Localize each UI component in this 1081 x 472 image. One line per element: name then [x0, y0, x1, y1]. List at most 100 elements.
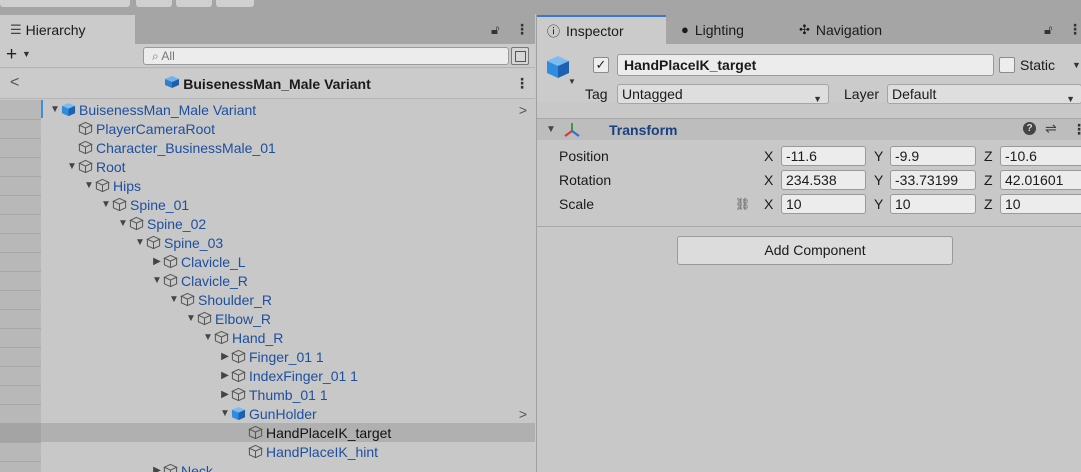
tree-item[interactable]: HandPlaceIK_target	[41, 423, 535, 442]
tab-inspector[interactable]: ⓘ Inspector	[537, 15, 666, 44]
tab-navigation[interactable]: ✣ Navigation	[789, 15, 919, 44]
expanded-arrow-icon[interactable]: ▼	[100, 199, 112, 210]
tree-item[interactable]: PlayerCameraRoot	[41, 119, 535, 138]
prefab-icon	[231, 406, 246, 421]
position-y-field[interactable]: -9.9	[890, 146, 976, 166]
tree-item[interactable]: ▶ Clavicle_L	[41, 252, 535, 271]
collapsed-arrow-icon[interactable]: ▶	[219, 370, 231, 381]
rotation-y-field[interactable]: -33.73199	[890, 170, 976, 190]
position-x-field[interactable]: -11.6	[781, 146, 866, 166]
tree-item[interactable]: ▶ Thumb_01 1	[41, 385, 535, 404]
chevron-down-icon[interactable]: ▼	[568, 77, 576, 86]
tree-item[interactable]: ▼ Shoulder_R	[41, 290, 535, 309]
expanded-arrow-icon[interactable]: ▼	[202, 332, 214, 343]
search-options-button[interactable]	[511, 47, 529, 65]
tree-item[interactable]: ▶ Neck	[41, 461, 535, 472]
gutter-line	[0, 271, 41, 272]
add-component-button[interactable]: Add Component	[677, 236, 953, 265]
expanded-arrow-icon[interactable]: ▼	[219, 408, 231, 419]
tree-item[interactable]: ▼ Root	[41, 157, 535, 176]
collapsed-arrow-icon[interactable]: ▶	[151, 465, 163, 472]
tab-lighting[interactable]: ● Lighting	[671, 15, 786, 44]
tree-item[interactable]: Character_BusinessMale_01	[41, 138, 535, 157]
tree-item[interactable]: ▶ IndexFinger_01 1	[41, 366, 535, 385]
tree-item[interactable]: ▼ Hand_R	[41, 328, 535, 347]
tree-item[interactable]: HandPlaceIK_hint	[41, 442, 535, 461]
tree-item[interactable]: ▶ Finger_01 1	[41, 347, 535, 366]
tree-item[interactable]: ▼ Spine_02	[41, 214, 535, 233]
scale-y-field[interactable]: 10	[890, 194, 976, 214]
tree-item[interactable]: ▼ Clavicle_R	[41, 271, 535, 290]
expanded-arrow-icon[interactable]: ▼	[168, 294, 180, 305]
help-icon[interactable]: ?	[1023, 122, 1036, 135]
tab-hierarchy[interactable]: ☰ Hierarchy	[0, 15, 135, 44]
search-input[interactable]: ⌕ All	[143, 47, 509, 65]
gutter-line	[0, 252, 41, 253]
collapsed-arrow-icon[interactable]: ▶	[219, 351, 231, 362]
kebab-menu-icon[interactable]: ⋮	[515, 75, 529, 92]
layer-dropdown[interactable]: Default ▼	[887, 84, 1081, 104]
rotation-z-field[interactable]: 42.01601	[1000, 170, 1081, 190]
foldout-arrow-icon[interactable]: ▼	[546, 124, 556, 135]
tree-item[interactable]: ▼ Spine_01	[41, 195, 535, 214]
navigation-icon: ✣	[799, 21, 810, 37]
expanded-arrow-icon[interactable]: ▼	[49, 104, 61, 115]
gutter-line	[0, 214, 41, 215]
kebab-menu-icon[interactable]: ⋮	[515, 21, 529, 38]
expanded-arrow-icon[interactable]: ▼	[83, 180, 95, 191]
chevron-down-icon[interactable]: ▼	[22, 49, 31, 59]
static-label: Static	[1020, 57, 1056, 73]
tree-item-label: Clavicle_L	[181, 253, 246, 270]
chevron-down-icon: ▼	[1066, 94, 1075, 104]
gameobject-icon	[129, 216, 147, 231]
rotation-x-field[interactable]: 234.538	[781, 170, 866, 190]
kebab-menu-icon[interactable]: ⋮	[1072, 121, 1081, 138]
chevron-down-icon[interactable]: ▼	[1072, 60, 1081, 70]
link-icon[interactable]: ⛓	[735, 197, 750, 211]
transform-component-header[interactable]: ▼ Transform ? ⇌ ⋮	[537, 118, 1081, 140]
presets-icon[interactable]: ⇌	[1045, 120, 1057, 137]
selected-gutter	[0, 423, 41, 442]
collapsed-arrow-icon[interactable]: ▶	[219, 389, 231, 400]
tree-item[interactable]: ▼ BuisenessMan_Male Variant >	[41, 100, 535, 119]
open-prefab-arrow-icon[interactable]: >	[519, 406, 527, 422]
toolbar-button[interactable]	[0, 0, 130, 7]
tree-item[interactable]: ▼ Elbow_R	[41, 309, 535, 328]
tree-item-label: IndexFinger_01 1	[249, 367, 358, 384]
object-name-field[interactable]: HandPlaceIK_target	[617, 54, 994, 76]
scale-x-field[interactable]: 10	[781, 194, 866, 214]
kebab-menu-icon[interactable]: ⋮	[1068, 21, 1081, 38]
tree-item[interactable]: ▼ GunHolder >	[41, 404, 535, 423]
static-checkbox[interactable]	[999, 57, 1015, 73]
axis-y-label: Y	[874, 196, 884, 212]
active-checkbox[interactable]: ✓	[593, 57, 609, 73]
gameobject-icon	[146, 235, 161, 250]
position-z-field[interactable]: -10.6	[1000, 146, 1081, 166]
gutter-line	[0, 347, 41, 348]
expanded-arrow-icon[interactable]: ▼	[134, 237, 146, 248]
gameobject-icon	[163, 273, 178, 288]
lock-icon[interactable]: 🔓︎	[491, 22, 499, 38]
scale-z-field[interactable]: 10	[1000, 194, 1081, 214]
add-object-button[interactable]: +	[6, 45, 17, 65]
expanded-arrow-icon[interactable]: ▼	[151, 275, 163, 286]
toolbar-button[interactable]	[136, 0, 172, 7]
tab-label: Hierarchy	[25, 21, 86, 38]
expanded-arrow-icon[interactable]: ▼	[117, 218, 129, 229]
tag-dropdown[interactable]: Untagged ▼	[617, 84, 829, 104]
expanded-arrow-icon[interactable]: ▼	[66, 161, 78, 172]
lightbulb-icon: ●	[681, 22, 689, 37]
axis-x-label: X	[764, 196, 774, 212]
tree-item[interactable]: ▼ Hips	[41, 176, 535, 195]
gameobject-icon	[163, 463, 181, 472]
open-prefab-arrow-icon[interactable]: >	[519, 102, 527, 118]
gameobject-icon	[129, 216, 144, 231]
tree-item-label: Spine_02	[147, 215, 207, 232]
tree-item[interactable]: ▼ Spine_03	[41, 233, 535, 252]
tree-item-label: Hand_R	[232, 329, 284, 346]
collapsed-arrow-icon[interactable]: ▶	[151, 256, 163, 267]
lock-icon[interactable]: 🔓︎	[1044, 22, 1052, 38]
toolbar-button[interactable]	[176, 0, 212, 7]
expanded-arrow-icon[interactable]: ▼	[185, 313, 197, 324]
toolbar-button[interactable]	[216, 0, 254, 7]
